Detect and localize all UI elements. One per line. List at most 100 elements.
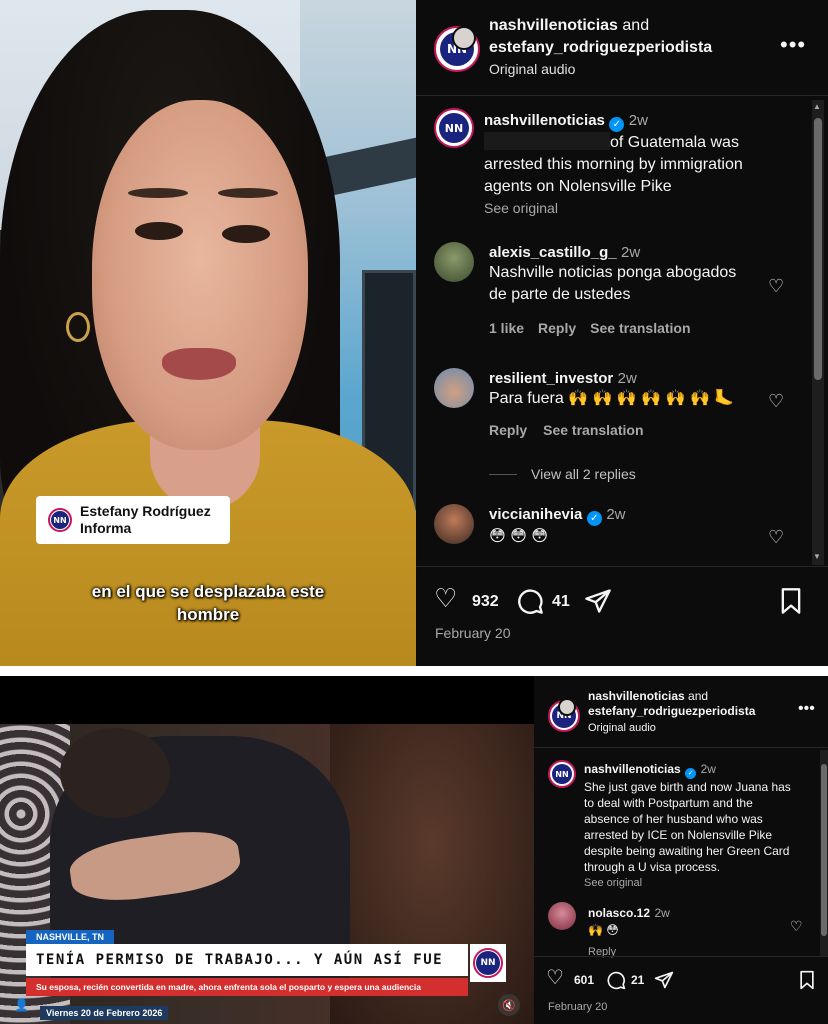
coauthor-link[interactable]: estefany_rodriguezperiodista	[489, 38, 712, 58]
caption-avatar[interactable]: NN	[434, 108, 474, 148]
share-icon[interactable]	[584, 587, 612, 620]
verified-icon: ✓	[609, 117, 625, 132]
coauthor-avatar[interactable]	[558, 698, 576, 716]
comment-text: 😳 😳 😳	[489, 528, 548, 545]
more-icon[interactable]: •••	[798, 700, 815, 718]
scrollbar-thumb[interactable]	[814, 118, 822, 380]
comment-time: 2w	[617, 370, 637, 387]
like-comment-heart-icon[interactable]: ♡	[768, 391, 784, 412]
caption-username[interactable]: nashvillenoticias	[584, 762, 681, 776]
bookmark-icon[interactable]	[778, 587, 804, 620]
comment-time: 2w	[606, 506, 626, 523]
caption-username[interactable]: nashvillenoticias	[484, 112, 605, 129]
caption-avatar[interactable]: NN	[548, 760, 576, 788]
comment-text: 🙌 😳	[588, 923, 619, 937]
comment-count[interactable]: 41	[552, 593, 570, 611]
caption-text: She just gave birth and now Juana has	[584, 780, 791, 794]
comment-icon[interactable]	[516, 587, 544, 620]
caption-text: of Guatemala was	[610, 134, 739, 151]
like-count[interactable]: 601	[574, 973, 594, 987]
bottom-post: NASHVILLE, TN TENÍA PERMISO DE TRABAJO..…	[0, 676, 828, 1024]
scroll-down-icon[interactable]: ▼	[813, 552, 821, 561]
video-brow	[128, 188, 188, 198]
subtitle-line: hombre	[176, 605, 240, 624]
heart-icon[interactable]: ♡	[434, 583, 457, 614]
news-date: Viernes 20 de Febrero 2026	[40, 1006, 169, 1020]
share-icon[interactable]	[654, 970, 674, 995]
comment-username[interactable]: viccianihevia	[489, 506, 582, 523]
audio-link[interactable]: Original audio	[489, 61, 575, 77]
post-actions: ♡ 601 21 February 20	[534, 956, 828, 1024]
caption-text: agents on Nolensville Pike	[484, 178, 672, 195]
video-person-face	[92, 100, 308, 450]
more-icon[interactable]: •••	[780, 32, 806, 58]
comment-item: viccianihevia ✓ 2w 😳 😳 😳	[489, 506, 779, 548]
view-replies[interactable]: View all 2 replies	[489, 466, 636, 482]
bottom-video-player[interactable]: NASHVILLE, TN TENÍA PERMISO DE TRABAJO..…	[0, 676, 534, 1024]
nn-logo-icon: NN	[48, 508, 72, 532]
caption-text: to deal with Postpartum and the	[584, 796, 753, 810]
author-link[interactable]: nashvillenoticias	[489, 17, 618, 34]
comment-avatar[interactable]	[434, 368, 474, 408]
author-link[interactable]: nashvillenoticias	[588, 689, 685, 703]
like-comment-heart-icon[interactable]: ♡	[768, 527, 784, 548]
video-brow	[218, 188, 278, 198]
comment-item: resilient_investor 2w Para fuera 🙌 🙌 🙌 🙌…	[489, 370, 779, 438]
comment-username[interactable]: resilient_investor	[489, 370, 613, 387]
video-person-head	[60, 728, 170, 818]
scroll-up-icon[interactable]: ▲	[813, 102, 821, 111]
like-comment-heart-icon[interactable]: ♡	[790, 918, 803, 935]
name-tag-text: Estefany Rodríguez Informa	[80, 503, 211, 536]
video-name-tag: NN Estefany Rodríguez Informa	[36, 496, 230, 544]
caption-text: through a U visa process.	[584, 860, 721, 874]
subtitle-line: en el que se desplazaba este	[91, 582, 325, 601]
reply-button[interactable]: Reply	[538, 320, 576, 336]
comment-icon[interactable]	[606, 970, 626, 995]
verified-icon: ✓	[586, 511, 602, 526]
comment-text: Nashville noticias ponga abogados	[489, 264, 737, 281]
mute-icon[interactable]: 🔇	[498, 994, 520, 1016]
replies-divider	[489, 473, 517, 475]
redacted-text	[484, 132, 610, 150]
comment-username[interactable]: nolasco.12	[588, 906, 650, 920]
like-count[interactable]: 932	[472, 593, 499, 611]
comment-count[interactable]: 21	[631, 973, 644, 987]
screenshot-divider	[0, 666, 828, 676]
nn-logo-icon: NN	[470, 944, 506, 982]
like-comment-heart-icon[interactable]: ♡	[768, 276, 784, 297]
video-earring	[66, 312, 90, 342]
see-translation-button[interactable]: See translation	[543, 422, 643, 438]
comment-username[interactable]: alexis_castillo_g_	[489, 244, 617, 261]
comment-likes[interactable]: 1 like	[489, 320, 524, 336]
header-line1: nashvillenoticias and	[588, 688, 708, 704]
comment-item: alexis_castillo_g_ 2w Nashville noticias…	[489, 244, 779, 336]
see-translation-button[interactable]: See translation	[590, 320, 690, 336]
comment-time: 2w	[621, 244, 641, 261]
scrollbar-thumb[interactable]	[821, 764, 827, 936]
comment-avatar[interactable]	[548, 902, 576, 930]
see-original-link[interactable]: See original	[584, 875, 816, 891]
caption-block: nashvillenoticias ✓ 2w She just gave bir…	[584, 760, 816, 891]
caption-text: absence of her husband who was	[584, 812, 763, 826]
coauthor-link[interactable]: estefany_rodriguezperiodista	[588, 704, 755, 718]
comment-text: de parte de ustedes	[489, 286, 631, 303]
video-mouth	[162, 348, 236, 380]
top-comments-panel: NN nashvillenoticias and estefany_rodrig…	[416, 0, 828, 666]
heart-icon[interactable]: ♡	[546, 965, 564, 990]
video-eye	[222, 225, 270, 243]
see-original-link[interactable]: See original	[484, 200, 804, 216]
coauthor-avatar[interactable]	[452, 26, 476, 50]
comment-avatar[interactable]	[434, 242, 474, 282]
reply-button[interactable]: Reply	[489, 422, 527, 438]
comment-item: nolasco.12 2w 🙌 😳 Reply	[588, 904, 808, 960]
view-replies-link[interactable]: View all 2 replies	[531, 466, 636, 482]
comment-avatar[interactable]	[434, 504, 474, 544]
audio-link[interactable]: Original audio	[588, 720, 656, 736]
top-video-player[interactable]: NN Estefany Rodríguez Informa en el que …	[0, 0, 416, 666]
news-headline: TENÍA PERMISO DE TRABAJO... Y AÚN ASÍ FU…	[26, 944, 468, 1000]
post-date: February 20	[435, 625, 511, 641]
bookmark-icon[interactable]	[798, 970, 816, 995]
news-subline: Su esposa, recién convertida en madre, a…	[26, 978, 468, 996]
video-eye	[135, 222, 183, 240]
comment-text: Para fuera 🙌 🙌 🙌 🙌 🙌 🙌 🦶	[489, 390, 735, 407]
